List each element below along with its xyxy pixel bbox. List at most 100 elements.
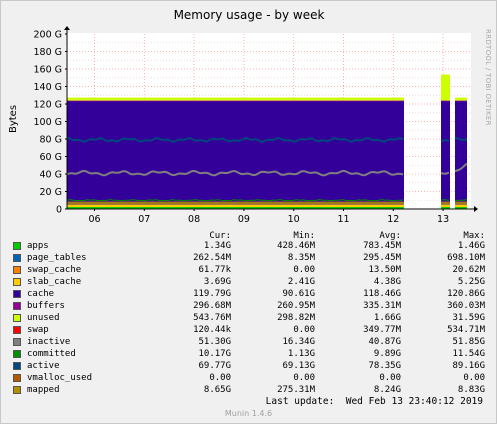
- legend-value-min: 0.00: [293, 373, 315, 383]
- legend-value-avg: 118.46G: [363, 289, 401, 299]
- legend-row-slab-cache: slab_cache 3.69G 2.41G 4.38G 5.25G: [1, 276, 496, 288]
- area-apps-overlay: [441, 207, 450, 209]
- legend-swatch: [13, 386, 21, 394]
- legend-value-cur: 1.34G: [203, 241, 231, 251]
- rrdtool-watermark: RRDTOOL / TOBI OETIKER: [484, 29, 492, 126]
- area-buffers: [441, 100, 450, 102]
- legend-row-swap: swap 120.44k 0.00 349.77M 534.71M: [1, 324, 496, 336]
- legend-row-unused: unused 543.76M 298.82M 1.66G 31.59G: [1, 312, 496, 324]
- legend-value-max: 51.85G: [452, 337, 485, 347]
- munin-version: Munin 1.4.6: [224, 409, 273, 418]
- legend-name: swap_cache: [27, 265, 82, 275]
- area-unused: [67, 99, 404, 101]
- legend-name: apps: [27, 241, 49, 251]
- legend-value-min: 90.61G: [282, 289, 315, 299]
- legend-value-min: 0.00: [293, 325, 315, 335]
- legend-value-min: 260.95M: [277, 301, 315, 311]
- legend-value-min: 69.13G: [282, 361, 315, 371]
- legend-swatch: [13, 278, 21, 286]
- x-tick-label: 08: [188, 214, 200, 225]
- area-cache: [441, 100, 450, 205]
- area-apps-overlay: [455, 207, 467, 209]
- legend-value-cur: 296.68M: [193, 301, 231, 311]
- legend-value-avg: 9.89G: [373, 349, 401, 359]
- x-tick-label: 13: [437, 214, 449, 225]
- last-update: Last update: Wed Feb 13 23:40:12 2019: [265, 396, 483, 407]
- legend-row-apps: apps 1.34G 428.46M 783.45M 1.46G: [1, 240, 496, 252]
- y-tick-label: 180 G: [33, 47, 62, 58]
- legend-value-min: 8.35M: [287, 253, 315, 263]
- legend-value-max: 8.83G: [457, 385, 485, 395]
- area-cache: [455, 100, 467, 205]
- legend-swatch: [13, 254, 21, 262]
- legend-row-committed: committed 10.17G 1.13G 9.89G 11.54G: [1, 348, 496, 360]
- y-tick-label: 0: [56, 205, 62, 216]
- legend-swatch: [13, 374, 21, 382]
- line-committed: [440, 199, 449, 201]
- area-unused-top: [67, 97, 404, 100]
- legend-value-max: 120.86G: [447, 289, 485, 299]
- legend-value-avg: 1.66G: [373, 313, 401, 323]
- legend-value-cur: 543.76M: [193, 313, 231, 323]
- legend-value-max: 89.16G: [452, 361, 485, 371]
- legend-value-min: 428.46M: [277, 241, 315, 251]
- x-tick-label: 10: [288, 214, 300, 225]
- legend-value-max: 360.03M: [447, 301, 485, 311]
- legend-row-vmalloc-used: vmalloc_used 0.00 0.00 0.00 0.00: [1, 372, 496, 384]
- legend-name: active: [27, 361, 60, 371]
- area-unused: [441, 76, 450, 101]
- x-tick-label: 06: [88, 214, 100, 225]
- area-buffers: [67, 100, 404, 102]
- legend-swatch: [13, 242, 21, 250]
- legend-value-avg: 349.77M: [363, 325, 401, 335]
- line-active: [440, 139, 450, 143]
- legend-value-cur: 69.77G: [198, 361, 231, 371]
- area-mapped: [455, 201, 467, 205]
- legend-value-min: 275.31M: [277, 385, 315, 395]
- y-tick-label: 140 G: [33, 82, 62, 93]
- legend-row-cache: cache 119.79G 90.61G 118.46G 120.86G: [1, 288, 496, 300]
- x-axis-arrow: [474, 206, 478, 212]
- y-tick-label: 200 G: [33, 30, 62, 41]
- legend-value-min: 2.41G: [287, 277, 315, 287]
- legend-value-cur: 8.65G: [203, 385, 231, 395]
- legend-value-min: 16.34G: [282, 337, 315, 347]
- x-tick-label: 11: [337, 214, 349, 225]
- y-axis-label: Bytes: [8, 105, 19, 133]
- y-tick-label: 40 G: [40, 170, 62, 181]
- y-tick-label: 120 G: [33, 100, 62, 111]
- legend-value-avg: 13.50M: [368, 265, 401, 275]
- legend-row-mapped: mapped 8.65G 275.31M 8.24G 8.83G: [1, 384, 496, 396]
- y-axis-arrow: [64, 26, 70, 30]
- legend-name: page_tables: [27, 253, 87, 263]
- munin-graph: Memory usage - by week Bytes RRDTOOL / T…: [0, 0, 497, 424]
- legend-value-cur: 3.69G: [203, 277, 231, 287]
- area-buffers: [455, 100, 467, 102]
- area-mapped: [67, 201, 404, 205]
- legend-row-buffers: buffers 296.68M 260.95M 335.31M 360.03M: [1, 300, 496, 312]
- legend-value-cur: 119.79G: [193, 289, 231, 299]
- legend-value-avg: 8.24G: [373, 385, 401, 395]
- y-tick-label: 80 G: [40, 135, 62, 146]
- legend-value-min: 1.13G: [287, 349, 315, 359]
- legend-name: buffers: [27, 301, 65, 311]
- legend-swatch: [13, 314, 21, 322]
- legend-value-max: 534.71M: [447, 325, 485, 335]
- area-apps-overlay: [67, 207, 404, 209]
- y-tick-label: 60 G: [40, 152, 62, 163]
- legend-value-cur: 120.44k: [193, 325, 231, 335]
- legend-value-cur: 61.77k: [198, 265, 231, 275]
- legend-swatch: [13, 266, 21, 274]
- legend-row-page-tables: page_tables 262.54M 8.35M 295.45M 698.10M: [1, 252, 496, 264]
- legend-value-avg: 40.87G: [368, 337, 401, 347]
- legend-swatch: [13, 290, 21, 298]
- memory-chart: Memory usage - by week Bytes RRDTOOL / T…: [8, 8, 492, 225]
- legend-name: swap: [27, 325, 49, 335]
- legend-value-max: 11.54G: [452, 349, 485, 359]
- legend-value-min: 0.00: [293, 265, 315, 275]
- legend-name: cache: [27, 289, 55, 299]
- y-tick-label: 20 G: [40, 187, 62, 198]
- legend-row-swap-cache: swap_cache 61.77k 0.00 13.50M 20.62M: [1, 264, 496, 276]
- legend-value-cur: 262.54M: [193, 253, 231, 263]
- legend-name: inactive: [27, 337, 71, 347]
